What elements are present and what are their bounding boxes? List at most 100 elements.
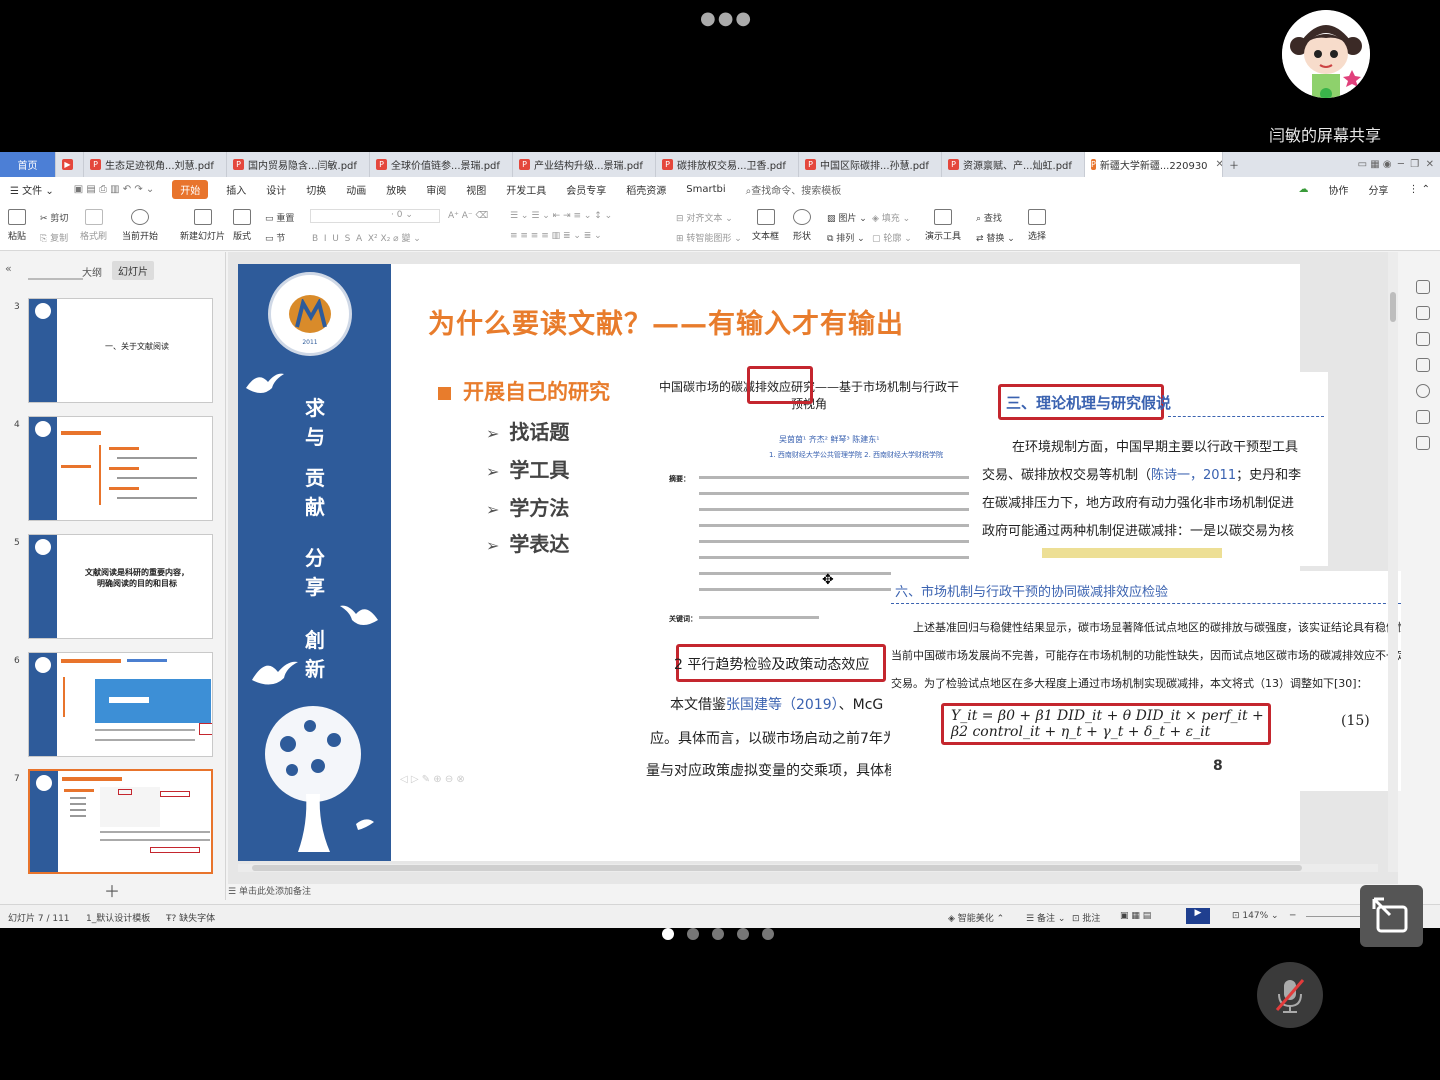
copy-button[interactable]: ⎘ 复制 [40, 231, 68, 244]
more-options-icon[interactable]: ●●● [700, 8, 753, 29]
pin-icon[interactable] [1416, 332, 1430, 346]
outline-button[interactable]: ▢ 轮廓 ⌄ [872, 231, 912, 244]
find-button[interactable]: ⌕ 查找 [976, 211, 1002, 224]
slide-thumb-3[interactable]: 一、关于文献阅读 [28, 298, 213, 403]
menu-developer[interactable]: 开发工具 [496, 182, 556, 197]
zoom-out-icon[interactable]: ─ [1290, 911, 1295, 921]
exit-fullscreen-button[interactable] [1360, 885, 1423, 947]
tab-pdf-5[interactable]: P 碳排放权交易...卫香.pdf [656, 152, 799, 177]
zoom-slider[interactable] [1306, 916, 1366, 917]
slide-thumb-7[interactable] [28, 769, 213, 874]
page-dot[interactable] [762, 928, 774, 940]
smartart-button[interactable]: ⊞ 转智能图形 ⌄ [676, 231, 742, 244]
menu-insert[interactable]: 插入 [216, 182, 256, 197]
cut-button[interactable]: ✂ 剪切 [40, 211, 68, 224]
new-tab-icon[interactable]: ＋ [1223, 152, 1245, 177]
missing-font-button[interactable]: Ŧ? 缺失字体 [166, 911, 215, 924]
textbox-button[interactable]: 文本框 [752, 209, 779, 242]
tab-pdf-2[interactable]: P 国内贸易隐含...闫敏.pdf [227, 152, 370, 177]
quick-access-icons[interactable]: ▣ ▤ ⎙ ▥ ↶ ↷ ⌄ [64, 184, 165, 195]
command-search[interactable]: ⌕查找命令、搜索模板 [736, 182, 852, 197]
list-icons[interactable]: ☰ ⌄ ☰ ⌄ ⇤ ⇥ ≡ ⌄ ↕ ⌄ [510, 211, 612, 221]
menu-docer[interactable]: 稻壳资源 [616, 182, 676, 197]
citation-link[interactable]: 陈诗一，2011 [1151, 468, 1236, 483]
tab-ppt-active[interactable]: P新疆大学新疆...220930✕ [1085, 152, 1223, 177]
tab-pdf-3[interactable]: P 全球价值链参...景瑞.pdf [370, 152, 513, 177]
picture-button[interactable]: ▨ 图片 ⌄ [827, 211, 867, 224]
close-tab-icon[interactable]: ✕ [1216, 159, 1222, 170]
tab-pdf-7[interactable]: P 资源禀赋、产...灿虹.pdf [942, 152, 1085, 177]
zoom-level[interactable]: ⊡ 147% ⌄ [1232, 911, 1279, 921]
help-icon[interactable] [1416, 384, 1430, 398]
template-name[interactable]: 1_默认设计模板 [86, 911, 150, 924]
view-mode-icons[interactable]: ▣ ▦ ▤ [1120, 911, 1151, 921]
location-icon[interactable] [1416, 436, 1430, 450]
menu-view[interactable]: 视图 [456, 182, 496, 197]
comments-toggle[interactable]: ⊡ 批注 [1072, 911, 1100, 924]
scroll-thumb[interactable] [252, 865, 1302, 871]
menu-animation[interactable]: 动画 [336, 182, 376, 197]
arrange-button[interactable]: ⧉ 排列 ⌄ [827, 231, 865, 244]
text-format-icons[interactable]: B I U S A X² X₂ ⌀ 變 ⌄ [312, 231, 421, 244]
menu-icon[interactable]: ☰ 文件 ⌄ [0, 182, 64, 197]
present-tools-button[interactable]: 演示工具 [925, 209, 961, 242]
current-slide[interactable]: 2011 求 与 贡 献 分 享 創 新 为什么要读文献？——有输入才有输出 开… [238, 264, 1401, 861]
replace-button[interactable]: ⇄ 替换 ⌄ [976, 231, 1015, 244]
page-dot[interactable] [712, 928, 724, 940]
select-button[interactable]: 选择 [1028, 209, 1046, 242]
reset-button[interactable]: ▭ 重置 [265, 211, 294, 224]
share-button[interactable]: 分享 [1358, 182, 1398, 197]
page-dot[interactable] [737, 928, 749, 940]
citation-link[interactable]: 张国建等（2019） [726, 697, 839, 713]
cloud-icon[interactable]: ☁ [1288, 184, 1318, 195]
scroll-thumb[interactable] [1390, 292, 1396, 322]
menu-slideshow[interactable]: 放映 [376, 182, 416, 197]
layout-button[interactable]: 版式 [233, 209, 251, 242]
slideshow-play-icon[interactable]: ▶ [1186, 908, 1210, 924]
tab-slides[interactable]: 幻灯片 [112, 261, 154, 280]
settings-icon[interactable] [1416, 306, 1430, 320]
page-dot[interactable] [687, 928, 699, 940]
smart-beautify-button[interactable]: ◈ 智能美化 ⌃ [948, 911, 1004, 924]
pin-icon[interactable]: ▶ [56, 152, 84, 177]
tab-outline[interactable]: 大纲 [82, 264, 102, 279]
play-from-current-button[interactable]: 当前开始 [122, 209, 158, 242]
slide-thumb-5[interactable]: 文献阅读是科研的重要内容，明确阅读的目的和目标 [28, 534, 213, 639]
align-icons[interactable]: ≡ ≡ ≡ ≡ ▥ ≣ ⌄ ≣ ⌄ [510, 231, 602, 241]
slide-thumb-6[interactable] [28, 652, 213, 757]
slide-thumb-4[interactable] [28, 416, 213, 521]
menu-design[interactable]: 设计 [256, 182, 296, 197]
notes-pane[interactable]: ☰ 单击此处添加备注 [228, 884, 1398, 900]
share-icon[interactable] [1416, 410, 1430, 424]
tab-home[interactable]: 首页 [0, 152, 56, 177]
format-painter-button[interactable]: 格式刷 [80, 209, 107, 242]
font-grow-icons[interactable]: A⁺ A⁻ ⌫ [448, 211, 488, 221]
align-text-button[interactable]: ⊟ 对齐文本 ⌄ [676, 211, 733, 224]
copy-icon[interactable] [1416, 358, 1430, 372]
tab-pdf-6[interactable]: P 中国区际碳排...孙慧.pdf [799, 152, 942, 177]
screen-page-indicator[interactable] [662, 928, 774, 940]
new-slide-button[interactable]: 新建幻灯片 [180, 209, 225, 242]
vertical-scrollbar[interactable] [1388, 252, 1398, 872]
page-dot-active[interactable] [662, 928, 674, 940]
horizontal-scrollbar[interactable] [238, 864, 1378, 872]
menu-review[interactable]: 审阅 [416, 182, 456, 197]
notes-toggle[interactable]: ☰ 备注 ⌄ [1026, 911, 1065, 924]
collab-button[interactable]: 协作 [1318, 182, 1358, 197]
menu-start[interactable]: 开始 [172, 179, 209, 199]
property-icon[interactable] [1416, 280, 1430, 294]
add-slide-icon[interactable]: ＋ [104, 878, 120, 902]
menu-smartbi[interactable]: Smartbi [676, 184, 735, 195]
font-size-select[interactable]: · 0 ⌄ [310, 209, 440, 223]
tab-pdf-1[interactable]: P 生态足迹视角...刘慧.pdf [84, 152, 227, 177]
more-icon[interactable]: ⋮ ⌃ [1398, 184, 1440, 195]
collapse-panel-icon[interactable]: « [5, 262, 12, 275]
menu-member[interactable]: 会员专享 [556, 182, 616, 197]
mic-muted-button[interactable] [1257, 962, 1323, 1028]
shape-button[interactable]: 形状 [793, 209, 811, 242]
tab-pdf-4[interactable]: P 产业结构升级...景瑞.pdf [513, 152, 656, 177]
menu-transition[interactable]: 切换 [296, 182, 336, 197]
window-controls[interactable]: ▭ ▦ ◉ ─ ❐ ✕ [1352, 152, 1440, 177]
fill-button[interactable]: ◈ 填充 ⌄ [872, 211, 910, 224]
section-button[interactable]: ▭ 节 [265, 231, 285, 244]
